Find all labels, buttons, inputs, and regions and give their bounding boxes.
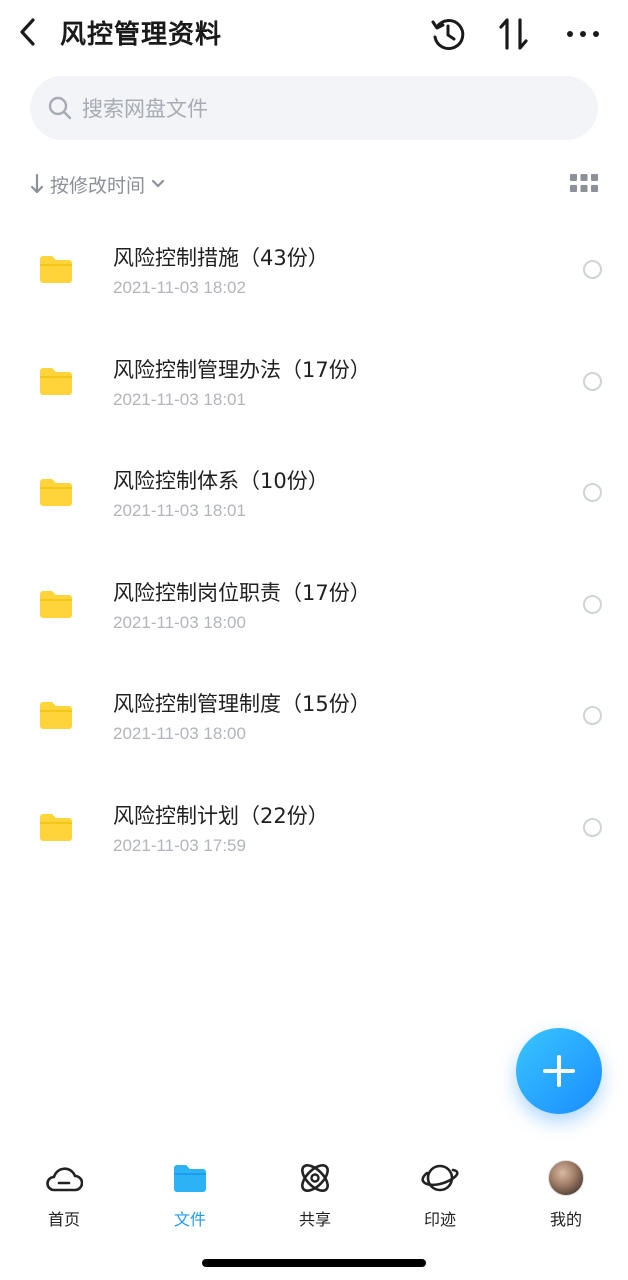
page-title: 风控管理资料 — [60, 20, 223, 50]
back-icon — [20, 18, 35, 46]
folder-icon — [40, 813, 72, 841]
file-name: 风险控制管理办法（17份） — [113, 357, 371, 382]
tab-label: 共享 — [298, 1210, 331, 1229]
chevron-down-icon — [151, 179, 165, 188]
planet-icon — [421, 1164, 459, 1192]
list-item[interactable]: 风险控制管理办法（17份） 2021-11-03 18:01 — [0, 326, 628, 438]
plus-icon — [543, 1055, 575, 1087]
file-name: 风险控制管理制度（15份） — [113, 692, 371, 716]
folder-icon — [40, 479, 72, 506]
folder-icon — [40, 702, 72, 729]
sort-label: 按修改时间 — [50, 174, 146, 197]
header: 风控管理资料 — [0, 0, 628, 66]
search-icon — [48, 96, 72, 120]
folder-icon — [40, 367, 72, 395]
back-button[interactable] — [12, 12, 42, 52]
search-placeholder: 搜索网盘文件 — [82, 97, 208, 121]
history-icon — [431, 19, 465, 51]
file-date: 2021-11-03 18:02 — [113, 278, 246, 297]
tab-label: 文件 — [173, 1210, 206, 1229]
select-radio[interactable] — [583, 483, 602, 502]
tab-trace[interactable]: 印迹 — [390, 1150, 490, 1230]
tab-files[interactable]: 文件 — [140, 1150, 240, 1230]
cloud-icon — [46, 1167, 83, 1192]
add-button[interactable] — [516, 1028, 602, 1114]
list-item[interactable]: 风险控制管理制度（15份） 2021-11-03 18:00 — [0, 660, 628, 772]
folder-icon — [40, 590, 72, 618]
file-date: 2021-11-03 18:00 — [113, 724, 246, 743]
search-input[interactable]: 搜索网盘文件 — [30, 76, 598, 140]
file-date: 2021-11-03 18:00 — [113, 612, 246, 632]
sort-dropdown[interactable]: 按修改时间 — [30, 171, 165, 198]
tab-label: 我的 — [549, 1210, 582, 1229]
file-list: 风险控制措施（43份） 2021-11-03 18:02 风险控制管理办法（17… — [0, 214, 628, 883]
select-radio[interactable] — [583, 260, 602, 279]
select-radio[interactable] — [583, 817, 602, 837]
tab-bar: 首页 文件 共享 印迹 我的 — [0, 1150, 628, 1230]
tab-me[interactable]: 我的 — [516, 1150, 616, 1230]
file-date: 2021-11-03 18:01 — [113, 389, 246, 409]
file-date: 2021-11-03 18:01 — [113, 501, 246, 520]
list-item[interactable]: 风险控制措施（43份） 2021-11-03 18:02 — [0, 214, 628, 326]
avatar — [548, 1160, 584, 1196]
select-radio[interactable] — [583, 706, 602, 725]
tab-home[interactable]: 首页 — [14, 1150, 114, 1230]
more-button[interactable] — [563, 14, 603, 54]
file-date: 2021-11-03 17:59 — [113, 835, 246, 855]
select-radio[interactable] — [583, 371, 602, 391]
tab-label: 印迹 — [423, 1210, 456, 1229]
grid-view-icon[interactable] — [570, 174, 598, 194]
file-name: 风险控制计划（22份） — [113, 803, 329, 828]
list-item[interactable]: 风险控制岗位职责（17份） 2021-11-03 18:00 — [0, 549, 628, 661]
arrow-down-icon — [30, 173, 44, 194]
home-indicator — [202, 1259, 426, 1267]
sort-icon — [499, 18, 528, 50]
select-radio[interactable] — [583, 594, 602, 614]
more-icon — [567, 31, 599, 37]
list-item[interactable]: 风险控制体系（10份） 2021-11-03 18:01 — [0, 437, 628, 549]
tab-share[interactable]: 共享 — [265, 1150, 365, 1230]
folder-icon — [174, 1165, 206, 1192]
folder-icon — [40, 256, 72, 283]
file-name: 风险控制岗位职责（17份） — [113, 580, 371, 605]
file-name: 风险控制措施（43份） — [113, 246, 329, 270]
orbit-icon — [301, 1164, 329, 1192]
history-button[interactable] — [428, 14, 468, 54]
list-item[interactable]: 风险控制计划（22份） 2021-11-03 17:59 — [0, 772, 628, 884]
sort-button[interactable] — [494, 14, 534, 54]
sort-bar: 按修改时间 — [30, 168, 598, 200]
file-name: 风险控制体系（10份） — [113, 469, 329, 493]
tab-label: 首页 — [47, 1210, 80, 1229]
